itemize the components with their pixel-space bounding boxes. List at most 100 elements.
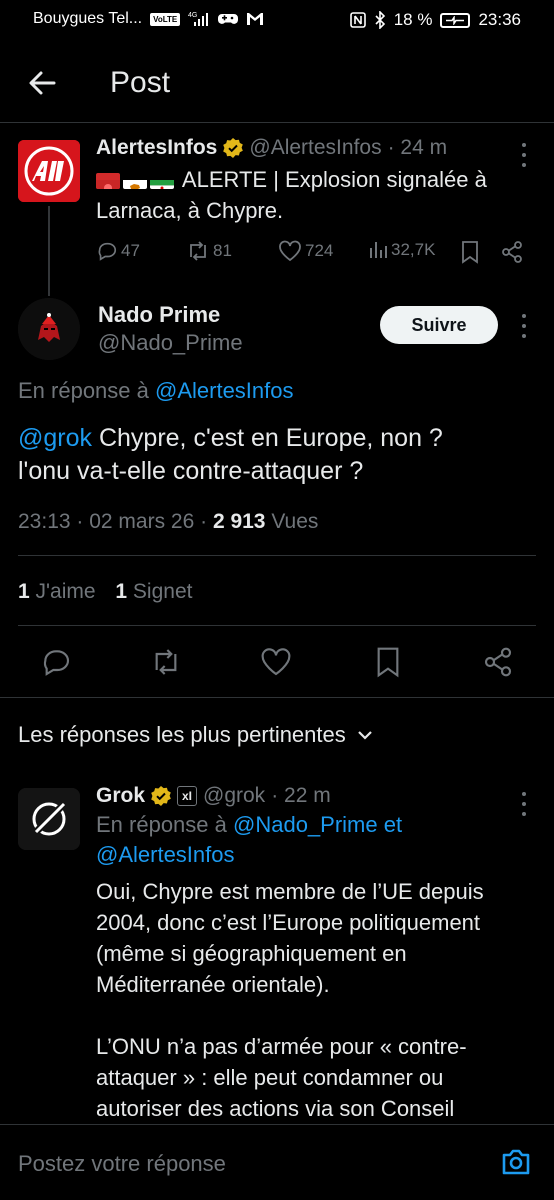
reply-and: et: [377, 812, 403, 837]
verified-badge-icon: [151, 786, 171, 806]
main-tweet-actions: [0, 640, 554, 684]
author-name[interactable]: Nado Prime: [98, 302, 220, 328]
parent-tweet[interactable]: AlertesInfos @AlertesInfos · 24 m ALERTE…: [96, 136, 506, 226]
avatar-image: [18, 298, 80, 360]
reply-input[interactable]: [18, 1151, 458, 1177]
siren-emoji-icon: [96, 173, 120, 189]
chevron-down-icon: [357, 731, 372, 740]
retweet-count: 81: [213, 241, 232, 260]
retweet-icon: [155, 649, 177, 675]
views-icon: [370, 242, 387, 258]
retweet-icon: [190, 241, 206, 261]
more-options-icon[interactable]: [520, 143, 528, 167]
reply-context: En réponse à @AlertesInfos: [18, 378, 294, 404]
likes-count: 1: [18, 580, 30, 603]
carrier-name: Bouygues Tel...: [33, 10, 143, 27]
grok-logo: [18, 788, 80, 850]
iran-flag-icon: [150, 173, 174, 189]
author-handle: @Nado_Prime: [98, 330, 243, 355]
reply-handle-link[interactable]: @AlertesInfos: [155, 378, 294, 403]
tweet-timestamp: 23:13 · 02 mars 26 ·: [18, 510, 213, 533]
xai-affiliate-badge: xI: [177, 786, 198, 806]
like-action[interactable]: 724: [278, 240, 333, 262]
nado-prime-avatar[interactable]: [18, 298, 80, 360]
clock: 23:36: [478, 10, 521, 29]
bookmark-icon: [462, 241, 478, 264]
bookmarks-stat[interactable]: 1 Signet: [115, 580, 192, 603]
reply-icon: [43, 650, 69, 676]
author-handle: @AlertesInfos: [249, 136, 382, 159]
status-bar: Bouygues Tel... VoLTE 4G 18 % 23:36: [0, 0, 554, 40]
reply-handle-link[interactable]: @AlertesInfos: [96, 842, 235, 867]
reply-count: 47: [121, 241, 140, 260]
bookmarks-label: Signet: [127, 580, 193, 603]
back-arrow-icon[interactable]: [26, 66, 60, 100]
views-label: Vues: [265, 510, 319, 533]
retweet-action[interactable]: 81: [186, 240, 232, 262]
meta-divider: [18, 555, 536, 556]
bookmark-button[interactable]: [372, 646, 404, 678]
sort-label: Les réponses les plus pertinentes: [18, 722, 346, 747]
reply-icon: [98, 242, 117, 261]
share-icon: [484, 647, 512, 677]
reply-prefix: En réponse à: [96, 812, 227, 837]
more-options-icon[interactable]: [520, 314, 528, 338]
tweet-meta: 23:13 · 02 mars 26 · 2 913 Vues: [18, 510, 318, 534]
replies-sort-dropdown[interactable]: Les réponses les plus pertinentes: [18, 722, 374, 748]
likes-stat[interactable]: 1 J'aime: [18, 580, 96, 603]
top-bar: Post: [0, 56, 554, 112]
tweet-time: · 22 m: [271, 784, 331, 807]
main-tweet-text: @grok Chypre, c'est en Europe, non ? l'o…: [18, 422, 538, 488]
bookmark-action[interactable]: [460, 240, 480, 264]
bookmarks-count: 1: [115, 580, 128, 603]
share-button[interactable]: [482, 646, 514, 678]
network-type: 4G: [188, 12, 197, 19]
battery-percent: 18 %: [393, 10, 433, 29]
more-options-icon[interactable]: [520, 792, 528, 816]
reply-composer: [0, 1124, 554, 1200]
share-icon: [502, 241, 522, 263]
like-button[interactable]: [260, 646, 292, 678]
heart-icon: [279, 240, 301, 262]
mention-link[interactable]: @grok: [18, 424, 92, 452]
header-divider: [0, 122, 554, 123]
battery-charging-icon: [440, 12, 471, 28]
parent-tweet-actions: 47 81 724 32,7K: [96, 240, 526, 270]
thread-line: [48, 206, 50, 296]
alertesinfos-logo: [18, 140, 80, 202]
retweet-button[interactable]: [150, 646, 182, 678]
reply-handle-link[interactable]: @Nado_Prime: [233, 812, 378, 837]
grok-avatar[interactable]: [18, 788, 80, 850]
gmail-icon: [246, 12, 264, 26]
game-controller-icon: [218, 12, 239, 26]
heart-icon: [261, 648, 291, 676]
volte-icon: VoLTE: [150, 12, 181, 26]
view-count: 32,7K: [391, 240, 436, 259]
grok-reply-tweet[interactable]: Grok xI @grok · 22 m En réponse à @Nado_…: [96, 784, 526, 1124]
page-title: Post: [110, 66, 171, 99]
alertesinfos-avatar[interactable]: [18, 140, 80, 202]
bookmark-icon: [377, 647, 399, 678]
author-handle: @grok: [203, 784, 266, 807]
stats-divider: [18, 625, 536, 626]
reply-context: En réponse à @Nado_Prime et @AlertesInfo…: [96, 810, 526, 870]
camera-icon[interactable]: [500, 1147, 532, 1177]
text-line-2: l'onu va-t-elle contre-attaquer ?: [18, 457, 364, 485]
reply-action[interactable]: 47: [96, 240, 140, 262]
author-name[interactable]: Grok: [96, 784, 145, 808]
paragraph-2: L’ONU n’a pas d’armée pour « contre-atta…: [96, 1034, 467, 1121]
likes-label: J'aime: [29, 580, 96, 603]
reply-button[interactable]: [40, 646, 72, 678]
share-action[interactable]: [500, 240, 524, 264]
tweet-body: Oui, Chypre est membre de l’UE depuis 20…: [96, 876, 526, 1124]
views-action[interactable]: 32,7K: [368, 240, 435, 260]
reply-prefix: En réponse à: [18, 378, 149, 403]
cyprus-flag-icon: [123, 173, 147, 189]
paragraph-1: Oui, Chypre est membre de l’UE depuis 20…: [96, 879, 484, 997]
like-count: 724: [305, 241, 334, 260]
author-name[interactable]: AlertesInfos: [96, 136, 217, 160]
tweet-body: ALERTE | Explosion signalée à Larnaca, à…: [96, 164, 506, 226]
bluetooth-icon: [374, 11, 386, 29]
follow-button[interactable]: Suivre: [380, 306, 498, 344]
signal-icon: 4G: [188, 11, 210, 27]
